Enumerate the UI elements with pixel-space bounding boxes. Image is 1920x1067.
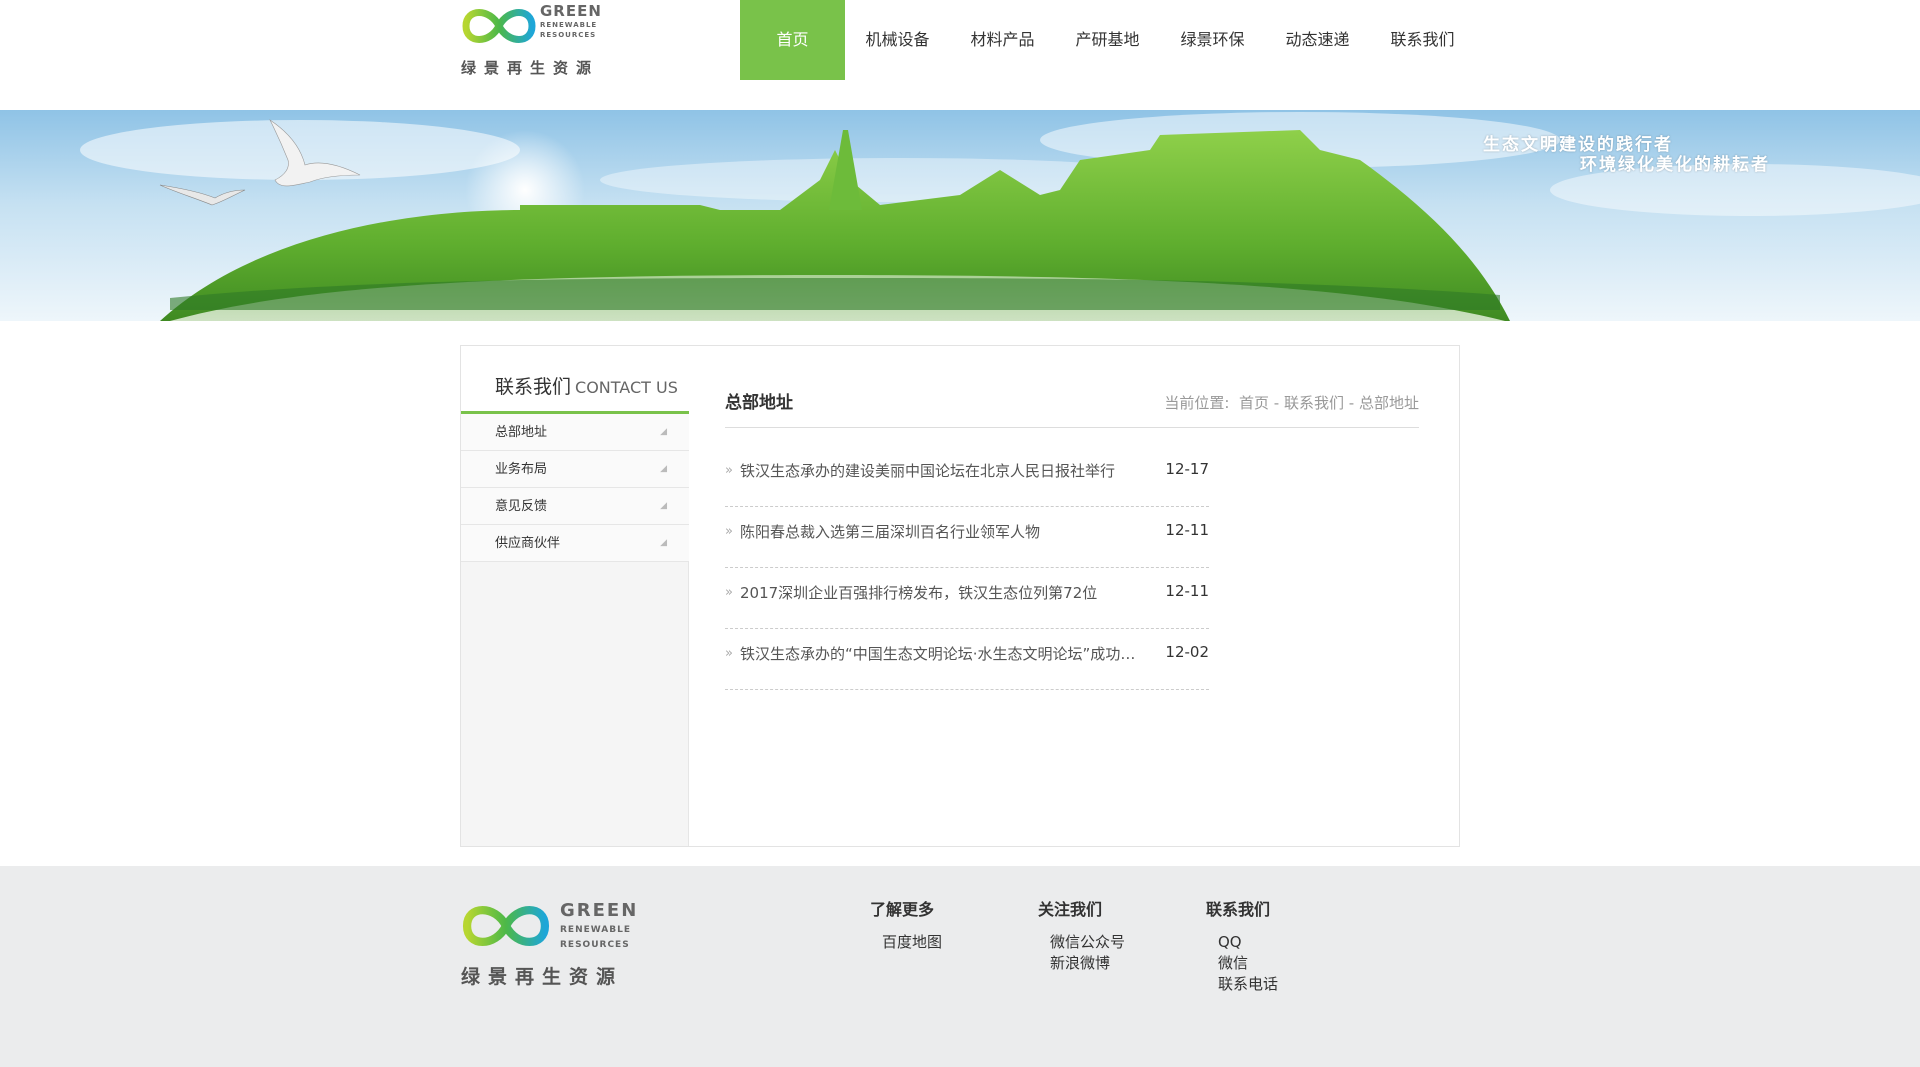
sidebar-title-cn: 联系我们 <box>495 376 572 398</box>
page-title: 总部地址 <box>725 393 793 413</box>
news-title-link[interactable]: 铁汉生态承办的“中国生态文明论坛·水生态文明论坛”成功举办 <box>740 643 1140 664</box>
nav-item-contact[interactable]: 联系我们 <box>1370 0 1475 80</box>
main-panel: 总部地址 当前位置: 首页 - 联系我们 - 总部地址 » 铁汉生态承办的建设美… <box>725 346 1425 846</box>
footer-link-phone[interactable]: 联系电话 <box>1206 974 1278 995</box>
news-date: 12-11 <box>1165 521 1209 539</box>
footer-col-follow: 关注我们 微信公众号 新浪微博 <box>1038 896 1125 974</box>
news-date: 12-02 <box>1165 643 1209 661</box>
footer-col-title: 联系我们 <box>1206 900 1271 919</box>
breadcrumb-contact[interactable]: 联系我们 <box>1284 394 1344 412</box>
sidebar-item-label: 总部地址 <box>495 425 548 440</box>
news-title-link[interactable]: 铁汉生态承办的建设美丽中国论坛在北京人民日报社举行 <box>740 460 1140 481</box>
news-title-link[interactable]: 陈阳春总裁入选第三届深圳百名行业领军人物 <box>740 521 1140 542</box>
sidebar-item-business-layout[interactable]: 业务布局 ◢ <box>461 451 689 488</box>
sidebar: 联系我们 CONTACT US 总部地址 ◢ 业务布局 ◢ 意见反馈 ◢ 供应商伙… <box>461 346 689 846</box>
nav-item-home[interactable]: 首页 <box>740 0 845 80</box>
sidebar-item-suppliers[interactable]: 供应商伙伴 ◢ <box>461 525 689 562</box>
main-header: 总部地址 当前位置: 首页 - 联系我们 - 总部地址 <box>725 388 1419 428</box>
nav-item-materials[interactable]: 材料产品 <box>950 0 1055 80</box>
corner-arrow-icon: ◢ <box>660 501 667 511</box>
content-box: 联系我们 CONTACT US 总部地址 ◢ 业务布局 ◢ 意见反馈 ◢ 供应商伙… <box>460 345 1460 847</box>
corner-arrow-icon: ◢ <box>660 464 667 474</box>
breadcrumb-current[interactable]: 总部地址 <box>1359 394 1419 412</box>
hero-banner: 生态文明建设的践行者 环境绿化美化的耕耘者 <box>0 110 1920 321</box>
sidebar-menu: 总部地址 ◢ 业务布局 ◢ 意见反馈 ◢ 供应商伙伴 ◢ <box>461 414 689 562</box>
footer-link-baidu-map[interactable]: 百度地图 <box>870 932 942 953</box>
breadcrumb-separator: - <box>1348 394 1355 412</box>
footer-col-title: 了解更多 <box>870 900 935 919</box>
banner-slogan-2: 环境绿化美化的耕耘者 <box>1580 155 1770 175</box>
news-date: 12-11 <box>1165 582 1209 600</box>
nav-item-machinery[interactable]: 机械设备 <box>845 0 950 80</box>
list-item: » 2017深圳企业百强排行榜发布，铁汉生态位列第72位 12-11 <box>725 568 1209 629</box>
double-chevron-icon: » <box>725 524 733 539</box>
infinity-logo-icon <box>462 906 550 946</box>
nav-item-news[interactable]: 动态速递 <box>1265 0 1370 80</box>
site-logo[interactable]: GREEN RENEWABLE RESOURCES 绿景再生资源 <box>460 0 602 80</box>
footer-link-wechat-official[interactable]: 微信公众号 <box>1038 932 1125 953</box>
footer-link-wechat[interactable]: 微信 <box>1206 953 1278 974</box>
breadcrumb: 当前位置: 首页 - 联系我们 - 总部地址 <box>1164 392 1419 413</box>
news-date: 12-17 <box>1165 460 1209 478</box>
news-title-link[interactable]: 2017深圳企业百强排行榜发布，铁汉生态位列第72位 <box>740 582 1140 603</box>
breadcrumb-separator: - <box>1273 394 1280 412</box>
list-item: » 铁汉生态承办的建设美丽中国论坛在北京人民日报社举行 12-17 <box>725 446 1209 507</box>
sidebar-item-feedback[interactable]: 意见反馈 ◢ <box>461 488 689 525</box>
sidebar-item-label: 供应商伙伴 <box>495 536 561 551</box>
corner-arrow-icon: ◢ <box>660 427 667 437</box>
list-item: » 铁汉生态承办的“中国生态文明论坛·水生态文明论坛”成功举办 12-02 <box>725 629 1209 690</box>
sidebar-item-label: 意见反馈 <box>495 499 548 514</box>
sidebar-item-hq-address[interactable]: 总部地址 ◢ <box>461 414 689 451</box>
sidebar-item-label: 业务布局 <box>495 462 548 477</box>
site-footer: GREEN RENEWABLE RESOURCES 绿景再生资源 了解更多 百度… <box>0 866 1920 1067</box>
footer-col-learn-more: 了解更多 百度地图 <box>870 896 942 953</box>
sidebar-title-en: CONTACT US <box>575 378 678 397</box>
nav-item-environment[interactable]: 绿景环保 <box>1160 0 1265 80</box>
sidebar-title: 联系我们 CONTACT US <box>461 346 689 414</box>
footer-col-contact: 联系我们 QQ 微信 联系电话 <box>1206 896 1278 995</box>
footer-logo[interactable]: GREEN RENEWABLE RESOURCES 绿景再生资源 <box>460 894 640 999</box>
footer-link-weibo[interactable]: 新浪微博 <box>1038 953 1125 974</box>
footer-link-qq[interactable]: QQ <box>1206 932 1278 953</box>
double-chevron-icon: » <box>725 646 733 661</box>
footer-logo-en-text: GREEN RENEWABLE RESOURCES <box>560 900 639 950</box>
logo-en-text: GREEN RENEWABLE RESOURCES <box>540 2 602 39</box>
breadcrumb-home[interactable]: 首页 <box>1239 394 1269 412</box>
list-item: » 陈阳春总裁入选第三届深圳百名行业领军人物 12-11 <box>725 507 1209 568</box>
infinity-logo-icon <box>462 9 536 43</box>
breadcrumb-prefix: 当前位置: <box>1164 394 1230 412</box>
main-nav: 首页 机械设备 材料产品 产研基地 绿景环保 动态速递 联系我们 <box>740 0 1475 80</box>
site-header: GREEN RENEWABLE RESOURCES 绿景再生资源 首页 机械设备… <box>0 0 1920 110</box>
footer-col-title: 关注我们 <box>1038 900 1103 919</box>
logo-cn-text: 绿景再生资源 <box>461 59 600 77</box>
footer-logo-cn-text: 绿景再生资源 <box>461 966 624 988</box>
double-chevron-icon: » <box>725 585 733 600</box>
double-chevron-icon: » <box>725 463 733 478</box>
corner-arrow-icon: ◢ <box>660 538 667 548</box>
news-list: » 铁汉生态承办的建设美丽中国论坛在北京人民日报社举行 12-17 » 陈阳春总… <box>725 446 1209 690</box>
nav-item-bases[interactable]: 产研基地 <box>1055 0 1160 80</box>
